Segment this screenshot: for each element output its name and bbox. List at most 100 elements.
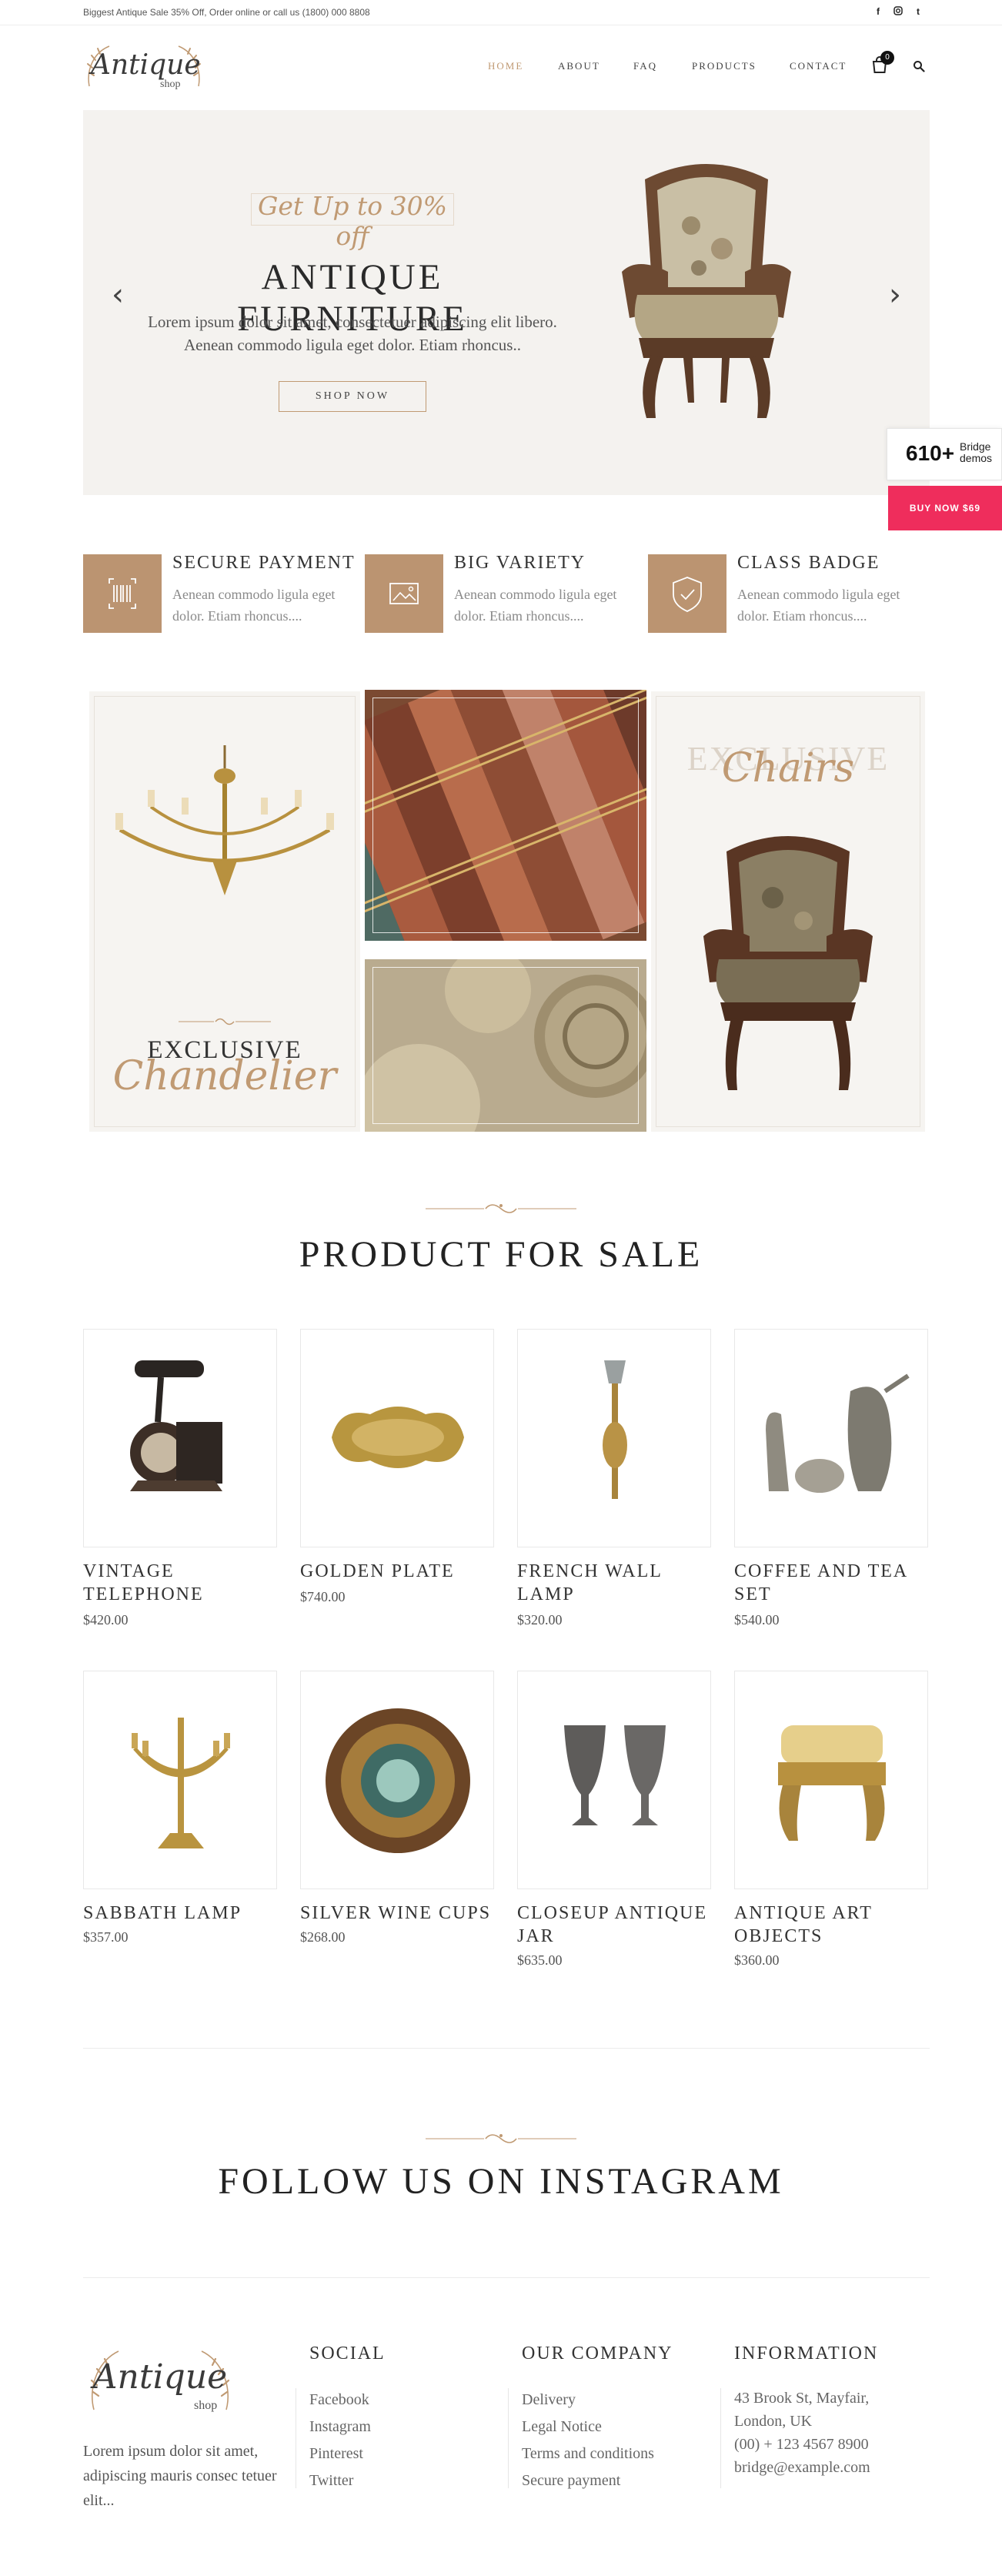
barcode-icon xyxy=(109,578,136,609)
feature-text: Aenean commodo ligula eget dolor. Etiam … xyxy=(172,587,336,624)
footer-email[interactable]: bridge@example.com xyxy=(734,2456,870,2479)
nav-about[interactable]: ABOUT xyxy=(558,60,600,72)
logo-sub: shop xyxy=(160,79,181,90)
product-card[interactable] xyxy=(83,1329,277,1547)
gallery-left-script: Chandelier xyxy=(112,1053,337,1099)
ornament-divider-icon xyxy=(179,1018,271,1025)
feature-title: SECURE PAYMENT xyxy=(172,553,356,573)
footer-divider xyxy=(508,2388,509,2488)
footer-divider xyxy=(720,2388,721,2488)
footer-logo[interactable]: Antique shop xyxy=(83,2340,237,2425)
product-card[interactable] xyxy=(300,1329,494,1547)
footer-address-line-1: 43 Brook St, Mayfair, xyxy=(734,2390,870,2407)
hero-slider: Get Up to 30% off ANTIQUE FURNITURE Lore… xyxy=(83,110,930,495)
product-name[interactable]: GOLDEN PLATE xyxy=(300,1560,494,1583)
feature-title: BIG VARIETY xyxy=(454,553,586,573)
bridge-count: 610+ xyxy=(906,441,955,465)
product-price: $357.00 xyxy=(83,1929,129,1945)
gallery-coins-card[interactable] xyxy=(365,959,646,1132)
search-icon[interactable] xyxy=(913,60,927,74)
product-card[interactable] xyxy=(734,1671,928,1889)
product-name[interactable]: SABBATH LAMP xyxy=(83,1902,277,1925)
footer-company-list: Delivery Legal Notice Terms and conditio… xyxy=(522,2387,654,2494)
product-card[interactable] xyxy=(83,1671,277,1889)
product-card[interactable] xyxy=(517,1329,711,1547)
footer-link-secure-payment[interactable]: Secure payment xyxy=(522,2467,654,2494)
feature-icon-box xyxy=(83,554,162,633)
bridge-demos-button[interactable]: 610+ Bridge demos xyxy=(887,428,1002,480)
gallery-right-script: Chairs xyxy=(721,745,855,791)
ornament-divider-icon xyxy=(426,2134,576,2143)
facebook-icon[interactable]: f xyxy=(873,6,883,17)
product-name[interactable]: CLOSEUP ANTIQUE JAR xyxy=(517,1902,711,1948)
top-bar: Biggest Antique Sale 35% Off, Order onli… xyxy=(0,0,1002,25)
product-price: $635.00 xyxy=(517,1952,563,1968)
footer-phone[interactable]: (00) + 123 4567 8900 xyxy=(734,2433,870,2456)
footer-social-title: SOCIAL xyxy=(309,2343,386,2364)
golden-plate-image xyxy=(332,1407,464,1468)
nav-faq[interactable]: FAQ xyxy=(633,60,657,72)
section-divider xyxy=(83,2048,930,2049)
footer-about-text: Lorem ipsum dolor sit amet, adipiscing m… xyxy=(83,2443,277,2509)
footer-social-list: Facebook Instagram Pinterest Twitter xyxy=(309,2387,371,2494)
chandelier-image xyxy=(115,745,334,895)
promo-message: Biggest Antique Sale 35% Off, Order onli… xyxy=(83,7,370,18)
antique-art-object-image xyxy=(778,1725,886,1841)
product-name[interactable]: ANTIQUE ART OBJECTS xyxy=(734,1902,928,1948)
nav-products[interactable]: PRODUCTS xyxy=(692,60,757,72)
cart-count-badge: 0 xyxy=(880,51,894,65)
footer-company-title: OUR COMPANY xyxy=(522,2343,673,2364)
antique-jar-image xyxy=(564,1725,666,1825)
feature-text: Aenean commodo ligula eget dolor. Etiam … xyxy=(454,587,617,624)
slider-prev-arrow[interactable]: ‹ xyxy=(106,279,129,310)
section-divider xyxy=(83,2277,930,2278)
products-section-title: PRODUCT FOR SALE xyxy=(299,1234,703,1275)
footer-link-terms[interactable]: Terms and conditions xyxy=(522,2441,654,2467)
product-name[interactable]: FRENCH WALL LAMP xyxy=(517,1560,711,1606)
cart-icon[interactable]: 0 xyxy=(871,51,894,75)
footer-link-facebook[interactable]: Facebook xyxy=(309,2387,371,2414)
feature-icon-box xyxy=(365,554,443,633)
twitter-icon[interactable]: t xyxy=(913,6,924,17)
product-price: $420.00 xyxy=(83,1612,129,1628)
nav-contact[interactable]: CONTACT xyxy=(790,60,847,72)
footer-link-pinterest[interactable]: Pinterest xyxy=(309,2441,371,2467)
shield-check-icon xyxy=(673,577,702,612)
instagram-section-title: FOLLOW US ON INSTAGRAM xyxy=(218,2161,784,2202)
site-logo[interactable]: Antique shop xyxy=(83,38,206,100)
gallery-chairs-card[interactable]: EXCLUSIVE Chairs xyxy=(651,691,925,1132)
product-price: $268.00 xyxy=(300,1929,346,1945)
product-price: $740.00 xyxy=(300,1589,346,1604)
feature-icon-box xyxy=(648,554,726,633)
footer-link-delivery[interactable]: Delivery xyxy=(522,2387,654,2414)
hero-promo-script: Get Up to 30% off xyxy=(257,191,448,251)
slider-next-arrow[interactable]: › xyxy=(883,279,907,310)
footer-link-twitter[interactable]: Twitter xyxy=(309,2467,371,2494)
coffee-tea-set-image xyxy=(766,1373,910,1493)
product-name[interactable]: COFFEE AND TEA SET xyxy=(734,1560,928,1606)
product-name[interactable]: VINTAGE TELEPHONE xyxy=(83,1560,277,1606)
hero-text: Lorem ipsum dolor sit amet, consectetuer… xyxy=(148,313,557,354)
nav-home[interactable]: HOME xyxy=(488,60,523,72)
instagram-icon[interactable] xyxy=(893,6,903,17)
footer-logo-sub: shop xyxy=(194,2399,218,2412)
shop-now-button[interactable]: SHOP NOW xyxy=(279,381,426,412)
bridge-label: Bridge demos xyxy=(960,440,993,464)
footer-link-instagram[interactable]: Instagram xyxy=(309,2414,371,2441)
product-card[interactable] xyxy=(300,1671,494,1889)
footer-logo-script: Antique xyxy=(92,2357,228,2397)
silver-wine-cups-image xyxy=(326,1708,470,1853)
french-wall-lamp-image xyxy=(603,1360,627,1499)
product-card[interactable] xyxy=(517,1671,711,1889)
gallery-chandelier-card[interactable]: EXCLUSIVE Chandelier xyxy=(89,691,360,1132)
gallery-books-card[interactable] xyxy=(365,690,646,941)
product-price: $320.00 xyxy=(517,1612,563,1628)
footer-info-title: INFORMATION xyxy=(734,2343,879,2364)
footer-link-legal-notice[interactable]: Legal Notice xyxy=(522,2414,654,2441)
product-price: $540.00 xyxy=(734,1612,780,1628)
buy-now-button[interactable]: BUY NOW $69 xyxy=(888,486,1002,530)
footer-info-list: 43 Brook St, Mayfair, London, UK (00) + … xyxy=(734,2387,870,2479)
image-icon xyxy=(389,583,419,604)
product-name[interactable]: SILVER WINE CUPS xyxy=(300,1902,494,1925)
product-card[interactable] xyxy=(734,1329,928,1547)
